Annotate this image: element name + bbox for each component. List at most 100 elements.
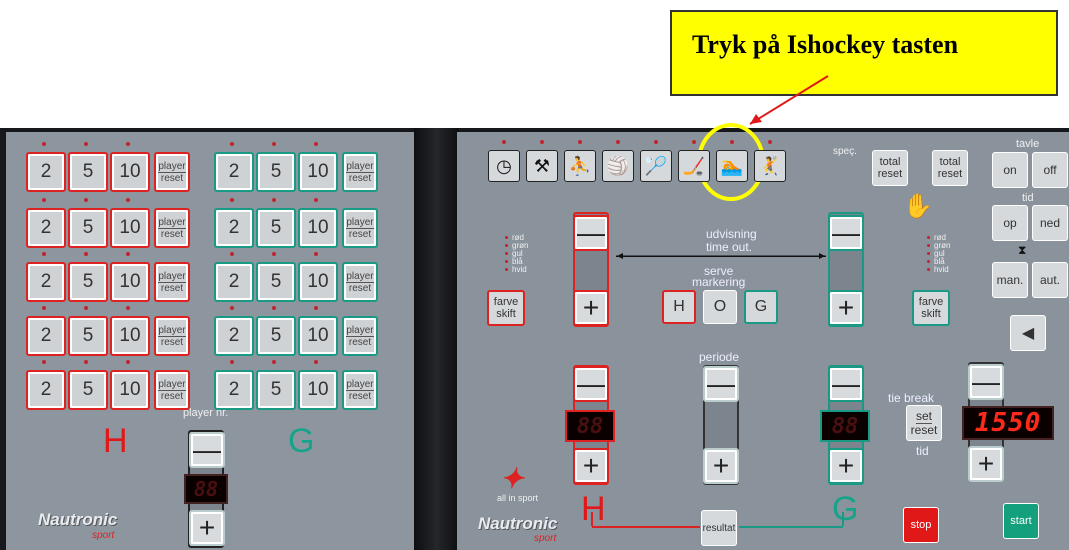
player-guest-1-key-2[interactable]: 2 <box>214 152 254 192</box>
reset-label: reset <box>348 390 372 402</box>
player-indicator-dot <box>230 252 234 256</box>
volleyball-button[interactable]: 🏐 <box>602 150 634 182</box>
player-home-1-key-2[interactable]: 2 <box>26 152 66 192</box>
player-guest-3-key-10[interactable]: 10 <box>298 262 338 302</box>
player-home-2-reset-button[interactable]: player reset <box>154 208 190 248</box>
player-home-5-key-2[interactable]: 2 <box>26 370 66 410</box>
player-indicator-dot <box>272 360 276 364</box>
player-guest-3-key-2[interactable]: 2 <box>214 262 254 302</box>
player-indicator-dot <box>84 306 88 310</box>
handball-button[interactable]: 🤾 <box>754 150 786 182</box>
player-home-5-key-10[interactable]: 10 <box>110 370 150 410</box>
player-guest-2-key-2[interactable]: 2 <box>214 208 254 248</box>
player-guest-1-key-5[interactable]: 5 <box>256 152 296 192</box>
player-indicator-dot <box>272 142 276 146</box>
player-guest-5-key-2[interactable]: 2 <box>214 370 254 410</box>
sport-indicator-dot <box>578 140 582 144</box>
player-indicator-dot <box>230 306 234 310</box>
player-home-2-key-5[interactable]: 5 <box>68 208 108 248</box>
player-guest-5-key-5[interactable]: 5 <box>256 370 296 410</box>
swimming-button[interactable]: 🏊 <box>716 150 748 182</box>
hockey-stick-icon: ⚒ <box>533 155 551 176</box>
player-indicator-dot <box>126 360 130 364</box>
player-guest-2-reset-button[interactable]: player reset <box>342 208 378 248</box>
player-indicator-dot <box>272 198 276 202</box>
player-guest-5-key-10[interactable]: 10 <box>298 370 338 410</box>
player-indicator-dot <box>84 198 88 202</box>
player-home-3-key-2[interactable]: 2 <box>26 262 66 302</box>
player-indicator-dot <box>42 142 46 146</box>
player-guest-3-key-5[interactable]: 5 <box>256 262 296 302</box>
player-home-3-key-5[interactable]: 5 <box>68 262 108 302</box>
stage: Tryk på Ishockey tasten player nr. H G —… <box>0 0 1069 550</box>
player-home-4-key-2[interactable]: 2 <box>26 316 66 356</box>
player-home-5-key-5[interactable]: 5 <box>68 370 108 410</box>
reset-label: reset <box>160 336 184 348</box>
reset-label: reset <box>160 172 184 184</box>
sport-indicator-dot <box>692 140 696 144</box>
player-home-2-key-10[interactable]: 10 <box>110 208 150 248</box>
player-home-1-reset-button[interactable]: player reset <box>154 152 190 192</box>
sport-indicator-dot <box>654 140 658 144</box>
player-guest-2-key-10[interactable]: 10 <box>298 208 338 248</box>
player-label: player <box>158 378 186 391</box>
player-guest-2-key-5[interactable]: 5 <box>256 208 296 248</box>
color-guest-5-label: hvid <box>934 265 949 274</box>
color-dot <box>927 268 930 271</box>
player-label: player <box>346 378 374 391</box>
player-indicator-dot <box>314 198 318 202</box>
player-home-1-key-10[interactable]: 10 <box>110 152 150 192</box>
badminton-button[interactable]: 🏸 <box>640 150 672 182</box>
volleyball-icon: 🏐 <box>606 155 630 176</box>
player-guest-4-key-5[interactable]: 5 <box>256 316 296 356</box>
hockey-stick-button[interactable]: ⚒ <box>526 150 558 182</box>
player-home-4-key-5[interactable]: 5 <box>68 316 108 356</box>
player-guest-1-key-10[interactable]: 10 <box>298 152 338 192</box>
player-guest-4-key-10[interactable]: 10 <box>298 316 338 356</box>
player-home-3-reset-button[interactable]: player reset <box>154 262 190 302</box>
clock-icon: ◷ <box>496 155 512 176</box>
player-home-4-reset-button[interactable]: player reset <box>154 316 190 356</box>
reset-label: reset <box>348 282 372 294</box>
player-home-5-reset-button[interactable]: player reset <box>154 370 190 410</box>
player-indicator-dot <box>42 252 46 256</box>
player-label: player <box>158 324 186 337</box>
color-dot <box>505 244 508 247</box>
color-dot <box>927 236 930 239</box>
handball-icon: 🤾 <box>758 155 782 176</box>
player-indicator-dot <box>42 360 46 364</box>
player-guest-1-reset-button[interactable]: player reset <box>342 152 378 192</box>
swimming-icon: 🏊 <box>720 155 744 176</box>
player-indicator-dot <box>84 252 88 256</box>
basketball-button[interactable]: ⛹ <box>564 150 596 182</box>
reset-label: reset <box>160 390 184 402</box>
icehockey-button[interactable]: 🏒 <box>678 150 710 182</box>
color-dot <box>505 236 508 239</box>
player-home-1-key-5[interactable]: 5 <box>68 152 108 192</box>
player-home-3-key-10[interactable]: 10 <box>110 262 150 302</box>
player-guest-4-key-2[interactable]: 2 <box>214 316 254 356</box>
color-dot <box>505 252 508 255</box>
player-guest-4-reset-button[interactable]: player reset <box>342 316 378 356</box>
color-dot <box>505 268 508 271</box>
clock-button[interactable]: ◷ <box>488 150 520 182</box>
player-label: player <box>158 160 186 173</box>
sport-indicator-dot <box>540 140 544 144</box>
player-label: player <box>158 216 186 229</box>
player-home-4-key-10[interactable]: 10 <box>110 316 150 356</box>
sport-indicator-dot <box>616 140 620 144</box>
player-indicator-dot <box>272 252 276 256</box>
player-guest-5-reset-button[interactable]: player reset <box>342 370 378 410</box>
reset-label: reset <box>348 172 372 184</box>
player-guest-3-reset-button[interactable]: player reset <box>342 262 378 302</box>
sport-indicator-dot <box>730 140 734 144</box>
player-indicator-dot <box>314 360 318 364</box>
player-indicator-dot <box>42 306 46 310</box>
badminton-icon: 🏸 <box>644 155 668 176</box>
sport-indicator-dot <box>502 140 506 144</box>
color-dot <box>927 260 930 263</box>
player-home-2-key-2[interactable]: 2 <box>26 208 66 248</box>
color-home-5-label: hvid <box>512 265 527 274</box>
player-label: player <box>346 324 374 337</box>
player-indicator-dot <box>314 306 318 310</box>
